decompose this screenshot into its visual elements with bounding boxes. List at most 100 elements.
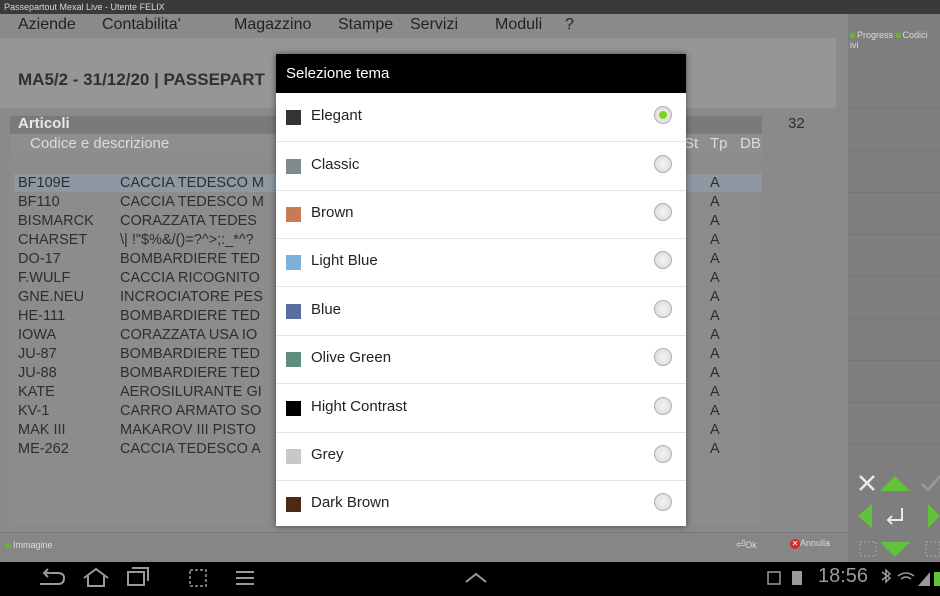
row-desc: INCROCIATORE PES bbox=[120, 289, 263, 305]
radio-button[interactable] bbox=[654, 445, 672, 463]
close-icon[interactable] bbox=[859, 475, 875, 491]
theme-option-dark-brown[interactable]: Dark Brown bbox=[276, 480, 686, 528]
ok-button[interactable]: ⏎Ok bbox=[736, 538, 757, 551]
side-panel-cell bbox=[848, 152, 940, 193]
notification-icon bbox=[792, 571, 802, 585]
theme-option-elegant[interactable]: Elegant bbox=[276, 93, 686, 142]
row-code: ME-262 bbox=[18, 441, 69, 457]
theme-swatch bbox=[286, 304, 301, 319]
menu-magazzino[interactable]: Magazzino bbox=[234, 16, 311, 34]
radio-button[interactable] bbox=[654, 493, 672, 511]
theme-option-blue[interactable]: Blue bbox=[276, 287, 686, 336]
column-header-st[interactable]: St bbox=[684, 135, 698, 152]
check-icon[interactable] bbox=[921, 475, 940, 492]
radio-button[interactable] bbox=[654, 155, 672, 173]
column-header-db[interactable]: DB bbox=[740, 135, 761, 152]
legend-codici: Codici bbox=[902, 30, 928, 40]
row-desc: CORAZZATA TEDES bbox=[120, 213, 257, 229]
menu-stampe[interactable]: Stampe bbox=[338, 16, 393, 34]
back-icon[interactable] bbox=[40, 568, 66, 585]
row-tp: A bbox=[710, 289, 720, 305]
menu-servizi[interactable]: Servizi bbox=[410, 16, 458, 34]
grid-count: 32 bbox=[788, 115, 805, 132]
row-tp: A bbox=[710, 213, 720, 229]
enter-icon[interactable] bbox=[886, 508, 903, 525]
row-code: CHARSET bbox=[18, 232, 88, 248]
theme-option-high-contrast[interactable]: Hight Contrast bbox=[276, 384, 686, 433]
theme-option-label: Blue bbox=[311, 301, 342, 318]
theme-option-light-blue[interactable]: Light Blue bbox=[276, 238, 686, 287]
arrow-up-icon[interactable] bbox=[880, 476, 910, 491]
theme-swatch bbox=[286, 497, 301, 512]
menu-contabilita[interactable]: Contabilita' bbox=[102, 16, 181, 34]
column-header-code[interactable]: Codice e descrizione bbox=[30, 135, 169, 152]
row-tp: A bbox=[710, 175, 720, 191]
theme-dialog: Selezione tema Elegant Classic Brown Lig… bbox=[276, 54, 686, 526]
chevron-up-icon[interactable] bbox=[465, 572, 487, 583]
expand-icon bbox=[767, 571, 781, 585]
column-header-tp[interactable]: Tp bbox=[710, 135, 728, 152]
bluetooth-icon bbox=[881, 568, 892, 584]
row-tp: A bbox=[710, 327, 720, 343]
function-bar bbox=[0, 532, 848, 563]
theme-swatch bbox=[286, 110, 301, 125]
grid-dots-icon[interactable] bbox=[859, 541, 877, 557]
theme-option-classic[interactable]: Classic bbox=[276, 142, 686, 191]
theme-option-olive-green[interactable]: Olive Green bbox=[276, 335, 686, 384]
row-desc: BOMBARDIERE TED bbox=[120, 251, 260, 267]
menu-aziende[interactable]: Aziende bbox=[18, 16, 76, 34]
radio-button[interactable] bbox=[654, 106, 672, 124]
row-code: KATE bbox=[18, 384, 55, 400]
radio-button[interactable] bbox=[654, 251, 672, 269]
row-code: KV-1 bbox=[18, 403, 50, 419]
radio-button[interactable] bbox=[654, 203, 672, 221]
row-tp: A bbox=[710, 232, 720, 248]
cancel-x-icon: ✕ bbox=[790, 539, 800, 549]
theme-option-label: Elegant bbox=[311, 107, 362, 124]
theme-swatch bbox=[286, 255, 301, 270]
radio-button[interactable] bbox=[654, 300, 672, 318]
row-code: BF110 bbox=[18, 194, 60, 210]
row-code: GNE.NEU bbox=[18, 289, 85, 305]
annulla-button[interactable]: ✕ Annulla bbox=[790, 538, 830, 549]
arrow-right-icon[interactable] bbox=[928, 504, 940, 528]
menu-icon[interactable] bbox=[236, 571, 254, 585]
home-icon[interactable] bbox=[83, 567, 109, 587]
row-desc: BOMBARDIERE TED bbox=[120, 365, 260, 381]
row-tp: A bbox=[710, 365, 720, 381]
row-tp: A bbox=[710, 403, 720, 419]
codici-dot-icon bbox=[895, 33, 901, 38]
theme-option-label: Hight Contrast bbox=[311, 398, 407, 415]
row-tp: A bbox=[710, 270, 720, 286]
side-panel-cell bbox=[848, 362, 940, 403]
arrow-left-icon[interactable] bbox=[858, 504, 872, 528]
row-desc: CACCIA TEDESCO M bbox=[120, 175, 264, 191]
radio-button[interactable] bbox=[654, 348, 672, 366]
keypad-controls bbox=[858, 475, 940, 557]
recent-apps-icon[interactable] bbox=[127, 567, 149, 586]
theme-option-grey[interactable]: Grey bbox=[276, 432, 686, 481]
screenshot-icon[interactable] bbox=[189, 569, 207, 587]
theme-option-brown[interactable]: Brown bbox=[276, 190, 686, 239]
dialog-title: Selezione tema bbox=[276, 54, 686, 93]
row-code: BF109E bbox=[18, 175, 71, 191]
immagine-button[interactable]: Immagine bbox=[6, 540, 53, 550]
menu-moduli[interactable]: Moduli bbox=[495, 16, 542, 34]
row-tp: A bbox=[710, 346, 720, 362]
menu-help[interactable]: ? bbox=[565, 16, 574, 34]
row-desc: CACCIA TEDESCO M bbox=[120, 194, 264, 210]
arrow-down-icon[interactable] bbox=[880, 542, 910, 557]
theme-swatch bbox=[286, 401, 301, 416]
row-desc: CARRO ARMATO SO bbox=[120, 403, 262, 419]
radio-button[interactable] bbox=[654, 397, 672, 415]
row-tp: A bbox=[710, 384, 720, 400]
keypad-icon[interactable] bbox=[925, 541, 940, 557]
row-desc: BOMBARDIERE TED bbox=[120, 308, 260, 324]
row-tp: A bbox=[710, 441, 720, 457]
side-panel-cell bbox=[848, 236, 940, 277]
legend-ivi: ivi bbox=[850, 40, 859, 50]
row-tp: A bbox=[710, 251, 720, 267]
row-code: MAK III bbox=[18, 422, 66, 438]
page-title: MA5/2 - 31/12/20 | PASSEPART bbox=[18, 70, 265, 89]
row-desc: CORAZZATA USA IO bbox=[120, 327, 258, 343]
